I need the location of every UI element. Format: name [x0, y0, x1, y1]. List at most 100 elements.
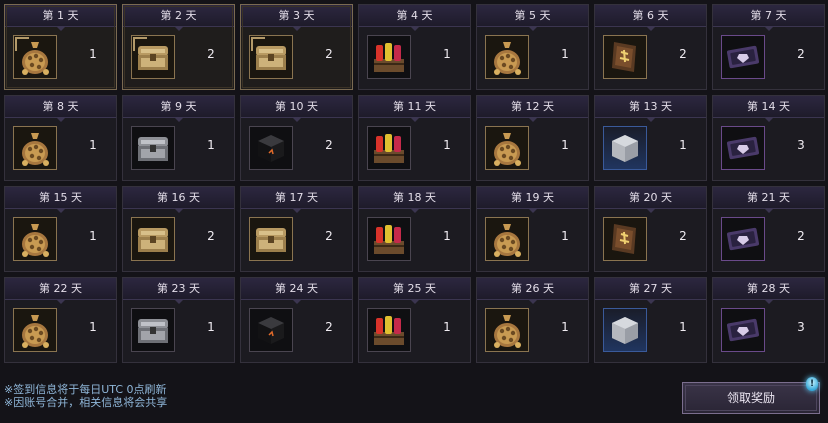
- day-card[interactable]: 第 20 天 2: [594, 186, 707, 272]
- day-card[interactable]: 第 25 天 1: [358, 277, 471, 363]
- reward-item-slot[interactable]: [603, 35, 647, 79]
- reward-quantity: 2: [797, 47, 805, 61]
- day-card[interactable]: 第 12 天 1: [476, 95, 589, 181]
- reward-item-slot[interactable]: [131, 217, 175, 261]
- reward-item-slot[interactable]: [131, 35, 175, 79]
- day-card[interactable]: 第 23 天 1: [122, 277, 235, 363]
- reward-quantity: 1: [561, 47, 569, 61]
- day-label: 第 8 天: [5, 96, 116, 122]
- reward-item-slot[interactable]: [485, 217, 529, 261]
- day-label: 第 4 天: [359, 5, 470, 31]
- reward-item-slot[interactable]: [131, 126, 175, 170]
- day-card[interactable]: 第 15 天 1: [4, 186, 117, 272]
- day-label: 第 25 天: [359, 278, 470, 304]
- reward-item-slot[interactable]: [485, 308, 529, 352]
- day-label: 第 6 天: [595, 5, 706, 31]
- silver-box-icon: [608, 313, 642, 347]
- reward-quantity: 1: [679, 138, 687, 152]
- day-card[interactable]: 第 11 天 1: [358, 95, 471, 181]
- reward-item-slot[interactable]: [721, 35, 765, 79]
- day-card[interactable]: 第 2 天 2: [122, 4, 235, 90]
- silver-chest-icon: [134, 131, 172, 165]
- day-card[interactable]: 第 13 天 1: [594, 95, 707, 181]
- reward-item-slot[interactable]: [603, 126, 647, 170]
- reward-item-slot[interactable]: [13, 126, 57, 170]
- reward-item-slot[interactable]: [485, 35, 529, 79]
- day-label: 第 3 天: [241, 5, 352, 31]
- day-label: 第 27 天: [595, 278, 706, 304]
- reward-quantity: 2: [325, 47, 333, 61]
- reward-quantity: 1: [561, 320, 569, 334]
- reward-quantity: 1: [561, 229, 569, 243]
- day-label: 第 26 天: [477, 278, 588, 304]
- coin-bag-icon: [489, 220, 525, 258]
- reward-quantity: 1: [443, 138, 451, 152]
- scroll-icon: [608, 220, 642, 258]
- day-card[interactable]: 第 16 天 2: [122, 186, 235, 272]
- note-refresh: ※签到信息将于每日UTC 0点刷新: [4, 383, 167, 396]
- reward-item-slot[interactable]: [603, 217, 647, 261]
- day-label: 第 12 天: [477, 96, 588, 122]
- reward-item-slot[interactable]: [249, 35, 293, 79]
- reward-item-slot[interactable]: [367, 126, 411, 170]
- day-card[interactable]: 第 9 天 1: [122, 95, 235, 181]
- day-label: 第 2 天: [123, 5, 234, 31]
- day-card[interactable]: 第 7 天 2: [712, 4, 825, 90]
- day-card[interactable]: 第 17 天 2: [240, 186, 353, 272]
- day-card[interactable]: 第 10 天 2: [240, 95, 353, 181]
- reward-item-slot[interactable]: [13, 35, 57, 79]
- day-label: 第 22 天: [5, 278, 116, 304]
- reward-item-slot[interactable]: [367, 35, 411, 79]
- reward-item-slot[interactable]: [721, 126, 765, 170]
- reward-item-slot[interactable]: [249, 308, 293, 352]
- day-card[interactable]: 第 24 天 2: [240, 277, 353, 363]
- reward-item-slot[interactable]: [249, 217, 293, 261]
- day-card[interactable]: 第 19 天 1: [476, 186, 589, 272]
- day-card[interactable]: 第 26 天 1: [476, 277, 589, 363]
- day-card[interactable]: 第 22 天 1: [4, 277, 117, 363]
- purple-ticket-icon: [725, 315, 761, 345]
- day-card[interactable]: 第 3 天 2: [240, 4, 353, 90]
- notification-badge-icon: !: [806, 377, 818, 391]
- reward-quantity: 1: [89, 47, 97, 61]
- reward-quantity: 1: [679, 320, 687, 334]
- gold-chest-icon: [252, 222, 290, 256]
- dark-cube-icon: [254, 313, 288, 347]
- day-label: 第 17 天: [241, 187, 352, 213]
- day-card[interactable]: 第 8 天 1: [4, 95, 117, 181]
- reward-quantity: 2: [325, 138, 333, 152]
- day-card[interactable]: 第 14 天 3: [712, 95, 825, 181]
- reward-item-slot[interactable]: [367, 308, 411, 352]
- claimed-corner-icon: [133, 37, 147, 51]
- day-card[interactable]: 第 4 天 1: [358, 4, 471, 90]
- day-card[interactable]: 第 5 天 1: [476, 4, 589, 90]
- day-card[interactable]: 第 27 天 1: [594, 277, 707, 363]
- reward-item-slot[interactable]: [367, 217, 411, 261]
- day-card[interactable]: 第 21 天 2: [712, 186, 825, 272]
- claimed-corner-icon: [251, 37, 265, 51]
- day-label: 第 1 天: [5, 5, 116, 31]
- reward-item-slot[interactable]: [485, 126, 529, 170]
- daily-checkin-grid: 第 1 天 1第 2 天 2第 3 天 2第 4 天 1第 5 天 1 第 6 …: [4, 4, 825, 363]
- reward-item-slot[interactable]: [721, 217, 765, 261]
- reward-item-slot[interactable]: [721, 308, 765, 352]
- reward-quantity: 1: [443, 47, 451, 61]
- day-label: 第 9 天: [123, 96, 234, 122]
- day-card[interactable]: 第 18 天 1: [358, 186, 471, 272]
- reward-item-slot[interactable]: [603, 308, 647, 352]
- reward-item-slot[interactable]: [13, 308, 57, 352]
- claim-reward-button[interactable]: 领取奖励: [682, 382, 820, 414]
- reward-quantity: 1: [207, 138, 215, 152]
- reward-item-slot[interactable]: [131, 308, 175, 352]
- reward-item-slot[interactable]: [249, 126, 293, 170]
- purple-ticket-icon: [725, 224, 761, 254]
- day-card[interactable]: 第 6 天 2: [594, 4, 707, 90]
- day-label: 第 7 天: [713, 5, 824, 31]
- note-account-merge: ※因账号合并，相关信息将会共享: [4, 396, 168, 409]
- info-notes: ※签到信息将于每日UTC 0点刷新 ※因账号合并，相关信息将会共享: [4, 383, 167, 409]
- day-card[interactable]: 第 1 天 1: [4, 4, 117, 90]
- day-card[interactable]: 第 28 天 3: [712, 277, 825, 363]
- reward-item-slot[interactable]: [13, 217, 57, 261]
- coin-bag-icon: [17, 220, 53, 258]
- day-label: 第 18 天: [359, 187, 470, 213]
